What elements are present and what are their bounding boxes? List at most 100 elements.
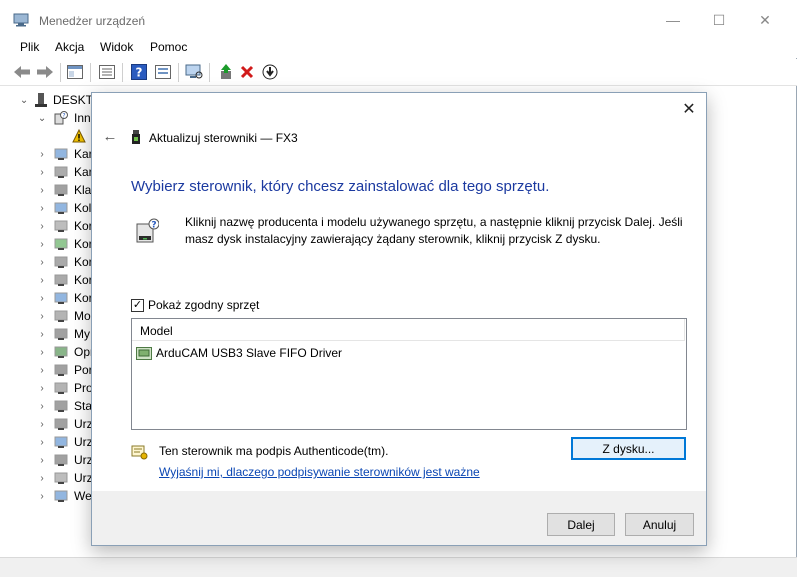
chevron-right-icon[interactable]: ›	[38, 437, 46, 448]
dialog-description: Kliknij nazwę producenta i modelu używan…	[185, 215, 683, 246]
menu-action[interactable]: Akcja	[55, 40, 84, 54]
tree-item[interactable]: › Urz	[0, 433, 100, 451]
tree-item[interactable]: › Mo	[0, 307, 100, 325]
tree-item[interactable]: › Opr	[0, 343, 100, 361]
chevron-right-icon[interactable]: ›	[38, 347, 46, 358]
download-icon[interactable]	[261, 63, 279, 81]
tree-item-label: Kor	[74, 291, 93, 305]
title-bar: Menedżer urządzeń — ☐ ✕	[0, 0, 797, 40]
help-icon[interactable]: ?	[130, 63, 148, 81]
tree-item[interactable]: › Urz	[0, 415, 100, 433]
properties-panel-icon[interactable]	[66, 63, 84, 81]
signature-help-link[interactable]: Wyjaśnij mi, dlaczego podpisywanie stero…	[159, 465, 480, 479]
chevron-right-icon[interactable]: ›	[38, 329, 46, 340]
tree-item[interactable]: › Kor	[0, 235, 100, 253]
unknown-device-icon: ?	[54, 111, 68, 125]
hardware-device-icon: ?	[136, 218, 159, 243]
tree-item[interactable]: › Urz	[0, 469, 100, 487]
model-list[interactable]: Model ArduCAM USB3 Slave FIFO Driver	[131, 318, 687, 430]
tree-root[interactable]: ⌄ DESKTO	[0, 91, 100, 109]
tree-item[interactable]: › Sta	[0, 397, 100, 415]
tree-item-label: Kor	[74, 237, 93, 251]
chevron-right-icon[interactable]: ›	[38, 419, 46, 430]
monitor-icon	[54, 220, 68, 232]
menu-help[interactable]: Pomoc	[150, 40, 187, 54]
chevron-right-icon[interactable]: ›	[38, 383, 46, 394]
tree-item[interactable]: › Urz	[0, 451, 100, 469]
tree-item-label: Kor	[74, 219, 93, 233]
back-arrow-icon[interactable]	[13, 63, 31, 81]
back-arrow-icon[interactable]: ←	[101, 128, 119, 145]
tree-item[interactable]	[0, 127, 100, 145]
driver-icon	[136, 346, 152, 360]
scan-monitor-icon[interactable]	[185, 63, 203, 81]
menu-view[interactable]: Widok	[100, 40, 133, 54]
list-item[interactable]: ArduCAM USB3 Slave FIFO Driver	[136, 344, 342, 362]
disk-icon	[54, 400, 68, 412]
cancel-button[interactable]: Anuluj	[625, 513, 694, 536]
chevron-right-icon[interactable]: ›	[38, 185, 46, 196]
uninstall-x-icon[interactable]	[238, 63, 256, 81]
chevron-right-icon[interactable]: ›	[38, 203, 46, 214]
tree-item[interactable]: › Por	[0, 361, 100, 379]
tree-item[interactable]: › Wej	[0, 487, 100, 505]
list-header[interactable]: Model	[132, 319, 684, 341]
details-icon[interactable]	[98, 63, 116, 81]
chevron-right-icon[interactable]: ›	[38, 473, 46, 484]
tree-item[interactable]: › Kor	[0, 217, 100, 235]
tree-item[interactable]: › Kar	[0, 163, 100, 181]
minimize-button[interactable]: —	[650, 0, 696, 40]
tree-item[interactable]: › Kor	[0, 253, 100, 271]
toolbar: ?	[0, 59, 797, 86]
tree-item[interactable]: › Pro	[0, 379, 100, 397]
chevron-down-icon[interactable]: ⌄	[20, 95, 28, 106]
chevron-right-icon[interactable]: ›	[38, 275, 46, 286]
computer-icon	[35, 93, 47, 107]
chevron-right-icon[interactable]: ›	[38, 221, 46, 232]
window-title: Menedżer urządzeń	[39, 14, 146, 28]
port-icon	[54, 364, 68, 376]
tree-item[interactable]: ⌄? Inn	[0, 109, 100, 127]
checkbox[interactable]: ✓	[131, 298, 144, 312]
close-window-button[interactable]: ✕	[742, 0, 788, 40]
system-device-icon	[54, 418, 68, 430]
signed-driver-icon	[131, 445, 148, 460]
chevron-right-icon[interactable]: ›	[38, 293, 46, 304]
checkbox-label[interactable]: Pokaż zgodny sprzęt	[148, 298, 259, 312]
svg-text:?: ?	[62, 113, 65, 120]
have-disk-button[interactable]: Z dysku...	[571, 437, 686, 460]
tree-item[interactable]: › Kor	[0, 289, 100, 307]
chevron-right-icon[interactable]: ›	[38, 455, 46, 466]
maximize-button[interactable]: ☐	[696, 0, 742, 40]
tree-item-label: Mo	[74, 309, 91, 323]
show-compatible-checkbox[interactable]: ✓ Pokaż zgodny sprzęt	[131, 298, 259, 312]
chevron-right-icon[interactable]: ›	[38, 239, 46, 250]
chevron-right-icon[interactable]: ›	[38, 365, 46, 376]
tree-item[interactable]: › Kar	[0, 145, 100, 163]
monitor-icon	[54, 310, 68, 322]
tree-item-label: Pro	[74, 381, 93, 395]
next-button[interactable]: Dalej	[547, 513, 615, 536]
chevron-right-icon[interactable]: ›	[38, 257, 46, 268]
forward-arrow-icon[interactable]	[36, 63, 54, 81]
status-bar	[0, 557, 797, 577]
dialog-heading: Wybierz sterownik, który chcesz zainstal…	[131, 178, 550, 195]
menu-file[interactable]: Plik	[20, 40, 39, 54]
tree-item[interactable]: › My	[0, 325, 100, 343]
chevron-down-icon[interactable]: ⌄	[38, 113, 46, 124]
dialog-close-button[interactable]: ✕	[679, 99, 699, 119]
chevron-right-icon[interactable]: ›	[38, 491, 46, 502]
chevron-right-icon[interactable]: ›	[38, 311, 46, 322]
chevron-right-icon[interactable]: ›	[38, 401, 46, 412]
audio-icon	[54, 238, 68, 250]
column-header-model[interactable]: Model	[140, 324, 173, 338]
tree-item[interactable]: › Kol	[0, 199, 100, 217]
chevron-right-icon[interactable]: ›	[38, 167, 46, 178]
tree-item[interactable]: › Kor	[0, 271, 100, 289]
list-icon[interactable]	[154, 63, 172, 81]
update-driver-icon[interactable]	[217, 63, 235, 81]
mouse-icon	[54, 328, 68, 340]
tree-item[interactable]: › Klav	[0, 181, 100, 199]
tree-item-label: Por	[74, 363, 93, 377]
chevron-right-icon[interactable]: ›	[38, 149, 46, 160]
